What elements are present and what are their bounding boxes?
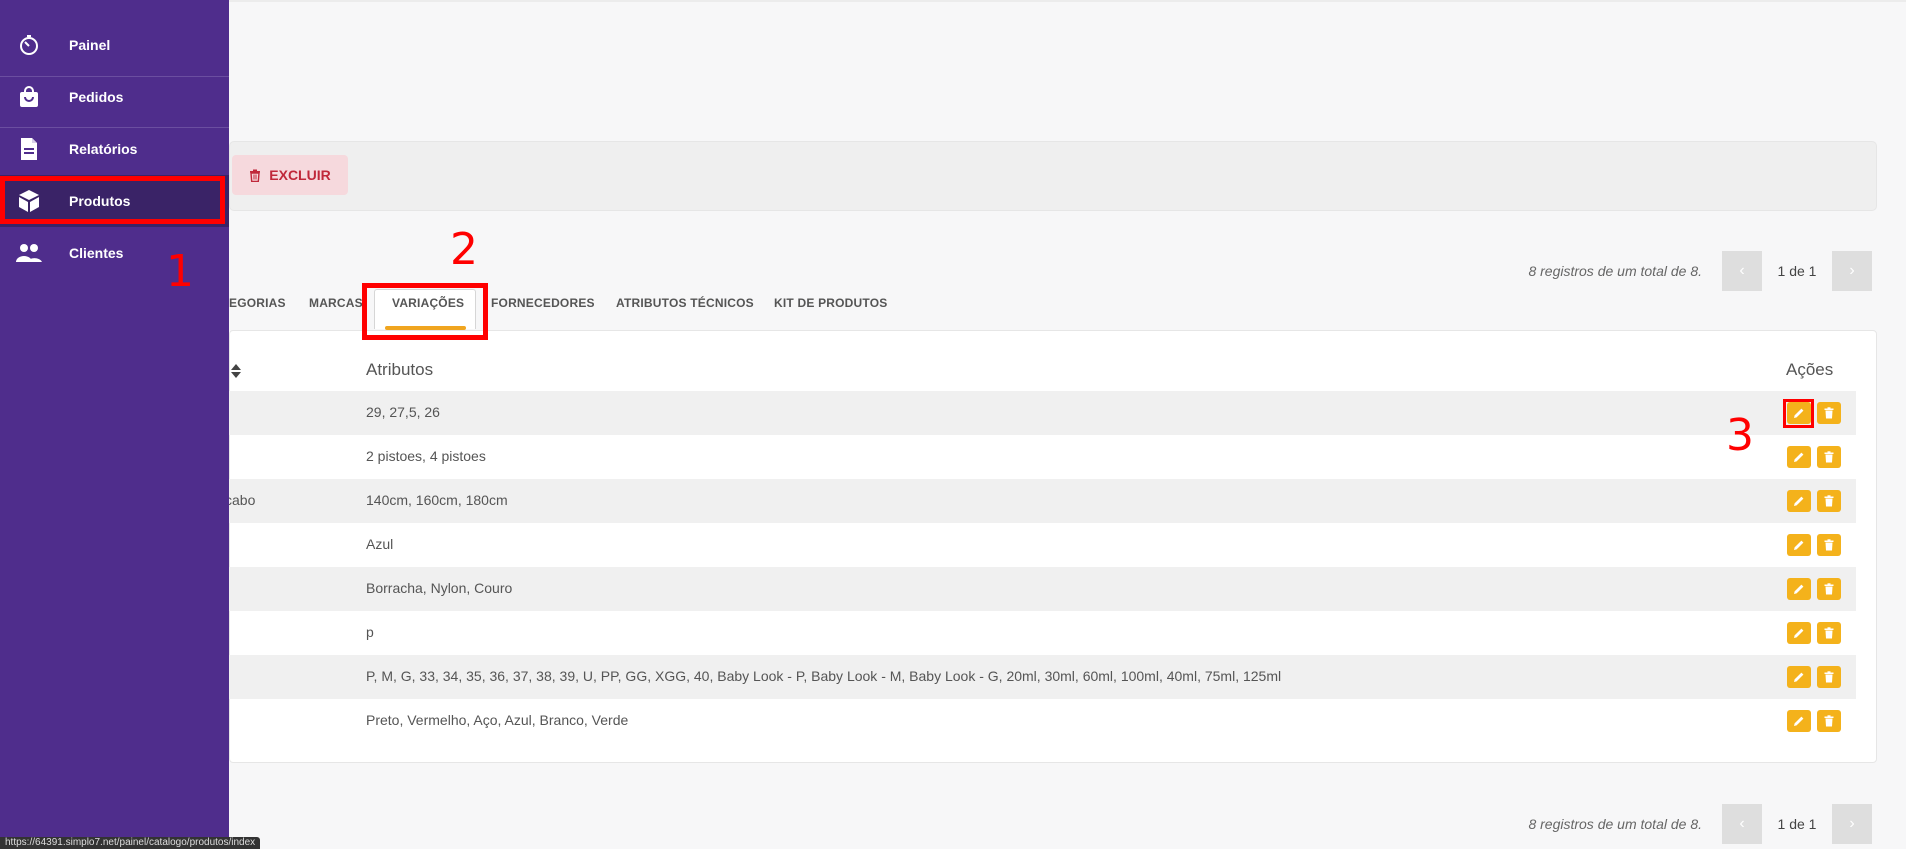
pencil-icon bbox=[1794, 540, 1804, 550]
table-row: P, M, G, 33, 34, 35, 36, 37, 38, 39, U, … bbox=[229, 655, 1856, 699]
table-header bbox=[229, 358, 1869, 394]
trash-icon bbox=[1824, 627, 1834, 639]
variation-attributes: Azul bbox=[366, 536, 394, 552]
trash-icon bbox=[1824, 451, 1834, 463]
table-row: Borracha, Nylon, Couro bbox=[229, 567, 1856, 611]
trash-icon bbox=[1824, 715, 1834, 727]
edit-button[interactable] bbox=[1787, 534, 1811, 556]
edit-button[interactable] bbox=[1787, 490, 1811, 512]
tab-categorias[interactable]: EGORIAS bbox=[229, 296, 286, 310]
sidebar-item-label: Clientes bbox=[69, 245, 124, 261]
header-attributes: Atributos bbox=[366, 360, 434, 379]
annotation-box-edit bbox=[1783, 399, 1814, 428]
pagination-bottom: 8 registros de um total de 8. ‹ 1 de 1 › bbox=[1528, 804, 1872, 844]
trash-icon bbox=[1824, 495, 1834, 507]
status-bar-url: https://64391.simplo7.net/painel/catalog… bbox=[0, 837, 261, 849]
toolbar-panel bbox=[229, 141, 1877, 211]
edit-button[interactable] bbox=[1787, 622, 1811, 644]
sidebar-item-painel[interactable]: Painel bbox=[0, 19, 229, 71]
variation-name: cabo bbox=[225, 492, 256, 508]
sidebar: Painel Pedidos Relatórios Produtos Clien… bbox=[0, 0, 229, 849]
timer-icon bbox=[15, 33, 43, 57]
people-icon bbox=[15, 241, 43, 265]
table-row: 2 pistoes, 4 pistoes bbox=[229, 435, 1856, 479]
delete-row-button[interactable] bbox=[1817, 402, 1841, 424]
variation-attributes: P, M, G, 33, 34, 35, 36, 37, 38, 39, U, … bbox=[366, 668, 1282, 684]
delete-button-label: EXCLUIR bbox=[269, 167, 331, 183]
delete-row-button[interactable] bbox=[1817, 578, 1841, 600]
table-row: p bbox=[229, 611, 1856, 655]
pencil-icon bbox=[1794, 716, 1804, 726]
next-page-button[interactable]: › bbox=[1832, 804, 1872, 844]
shopping-bag-icon bbox=[15, 85, 43, 109]
sidebar-item-label: Pedidos bbox=[69, 89, 124, 105]
pagination-info: 8 registros de um total de 8. bbox=[1528, 263, 1702, 279]
edit-button[interactable] bbox=[1787, 666, 1811, 688]
prev-page-button[interactable]: ‹ bbox=[1722, 251, 1762, 291]
next-page-button[interactable]: › bbox=[1832, 251, 1872, 291]
trash-icon bbox=[1824, 539, 1834, 551]
page-indicator: 1 de 1 bbox=[1777, 816, 1817, 832]
annotation-box-variacoes bbox=[362, 283, 488, 340]
variation-attributes: 29, 27,5, 26 bbox=[366, 404, 440, 420]
delete-row-button[interactable] bbox=[1817, 534, 1841, 556]
table-row: 29, 27,5, 26 bbox=[229, 391, 1856, 435]
annotation-number-3: 3 bbox=[1726, 410, 1754, 461]
pencil-icon bbox=[1794, 584, 1804, 594]
sidebar-item-pedidos[interactable]: Pedidos bbox=[0, 71, 229, 123]
variation-attributes: p bbox=[366, 624, 374, 640]
tab-kit-de-produtos[interactable]: KIT DE PRODUTOS bbox=[774, 296, 887, 310]
page-indicator: 1 de 1 bbox=[1777, 263, 1817, 279]
pagination-info: 8 registros de um total de 8. bbox=[1528, 816, 1702, 832]
sidebar-item-relatorios[interactable]: Relatórios bbox=[0, 123, 229, 175]
delete-row-button[interactable] bbox=[1817, 666, 1841, 688]
pencil-icon bbox=[1794, 628, 1804, 638]
sidebar-item-label: Relatórios bbox=[69, 141, 138, 157]
header-actions: Ações bbox=[1786, 360, 1834, 379]
sidebar-item-label: Painel bbox=[69, 37, 111, 53]
table-row: Azul bbox=[229, 523, 1856, 567]
variation-attributes: 2 pistoes, 4 pistoes bbox=[366, 448, 486, 464]
prev-page-button[interactable]: ‹ bbox=[1722, 804, 1762, 844]
variation-attributes: 140cm, 160cm, 180cm bbox=[366, 492, 508, 508]
edit-button[interactable] bbox=[1787, 578, 1811, 600]
tab-fornecedores[interactable]: FORNECEDORES bbox=[491, 296, 595, 310]
sidebar-item-clientes[interactable]: Clientes bbox=[0, 227, 229, 279]
pencil-icon bbox=[1794, 672, 1804, 682]
annotation-box-produtos bbox=[0, 176, 225, 224]
delete-button[interactable]: EXCLUIR bbox=[232, 155, 348, 195]
trash-icon bbox=[1824, 671, 1834, 683]
tab-atributos-tecnicos[interactable]: ATRIBUTOS TÉCNICOS bbox=[616, 296, 754, 310]
annotation-number-2: 2 bbox=[450, 224, 478, 275]
pagination-top: 8 registros de um total de 8. ‹ 1 de 1 › bbox=[1528, 251, 1872, 291]
delete-row-button[interactable] bbox=[1817, 490, 1841, 512]
variation-attributes: Borracha, Nylon, Couro bbox=[366, 580, 513, 596]
delete-row-button[interactable] bbox=[1817, 446, 1841, 468]
edit-button[interactable] bbox=[1787, 710, 1811, 732]
annotation-number-1: 1 bbox=[166, 246, 194, 297]
edit-button[interactable] bbox=[1787, 446, 1811, 468]
trash-icon bbox=[1824, 583, 1834, 595]
table-row: Preto, Vermelho, Aço, Azul, Branco, Verd… bbox=[229, 699, 1856, 743]
tab-marcas[interactable]: MARCAS bbox=[309, 296, 363, 310]
variation-attributes: Preto, Vermelho, Aço, Azul, Branco, Verd… bbox=[366, 712, 629, 728]
pencil-icon bbox=[1794, 452, 1804, 462]
trash-icon bbox=[250, 169, 261, 182]
pencil-icon bbox=[1794, 496, 1804, 506]
table-row: cabo 140cm, 160cm, 180cm bbox=[225, 479, 1856, 523]
delete-row-button[interactable] bbox=[1817, 622, 1841, 644]
trash-icon bbox=[1824, 407, 1834, 419]
delete-row-button[interactable] bbox=[1817, 710, 1841, 732]
top-strip bbox=[229, 0, 1906, 2]
document-icon bbox=[15, 137, 43, 161]
